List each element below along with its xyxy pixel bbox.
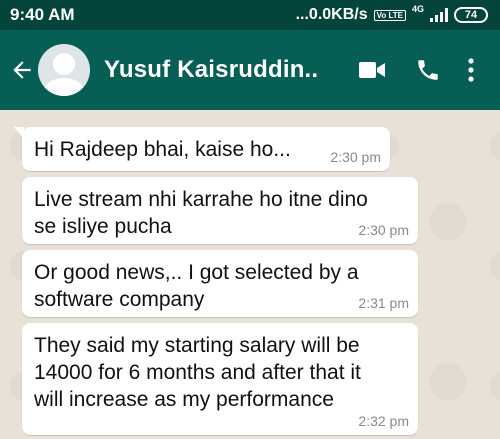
message-bubble[interactable]: Hi Rajdeep bhai, kaise ho... 2:30 pm — [14, 127, 390, 171]
network-speed: ...0.0KB/s — [295, 6, 368, 23]
header-actions — [344, 45, 486, 95]
more-options-icon[interactable] — [456, 45, 486, 95]
message-time: 2:30 pm — [358, 222, 409, 238]
chat-area[interactable]: Hi Rajdeep bhai, kaise ho... 2:30 pm Liv… — [0, 110, 500, 439]
message-text: 14000 for 6 months and after that it — [34, 361, 361, 384]
message-text: software company — [34, 288, 205, 311]
message-bubble[interactable]: Or good news,.. I got selected by a soft… — [22, 250, 418, 317]
back-arrow-icon[interactable] — [2, 30, 42, 110]
battery-icon: 74 — [454, 7, 488, 23]
message-time: 2:30 pm — [330, 149, 381, 165]
phone-call-icon[interactable] — [400, 45, 456, 95]
bubble-tail — [14, 127, 24, 139]
volte-icon: Vo LTE — [373, 9, 406, 21]
network-type: 4G — [411, 4, 424, 14]
contact-name[interactable]: Yusuf Kaisruddin... — [104, 56, 319, 84]
message-text: se isliye pucha — [34, 215, 172, 238]
chat-header: Yusuf Kaisruddin... — [0, 30, 500, 110]
avatar[interactable] — [38, 44, 90, 96]
status-bar: 9:40 AM ...0.0KB/s Vo LTE 4G 74 — [0, 0, 500, 30]
battery-level: 74 — [464, 9, 478, 21]
signal-icon — [430, 8, 448, 22]
message-time: 2:32 pm — [358, 413, 409, 429]
status-indicators: ...0.0KB/s Vo LTE 4G 74 — [295, 4, 488, 24]
message-text: Hi Rajdeep bhai, kaise ho... — [34, 138, 291, 161]
message-bubble[interactable]: They said my starting salary will be 140… — [22, 323, 418, 435]
message-time: 2:31 pm — [358, 295, 409, 311]
message-text: They said my starting salary will be — [34, 334, 360, 357]
message-bubble[interactable]: Live stream nhi karrahe ho itne dino se … — [22, 177, 418, 244]
status-time: 9:40 AM — [10, 5, 75, 24]
message-text: Or good news,.. I got selected by a — [34, 261, 359, 284]
video-call-icon[interactable] — [344, 45, 400, 95]
message-text: Live stream nhi karrahe ho itne dino — [34, 188, 368, 211]
message-text: will increase as my performance — [34, 388, 334, 411]
